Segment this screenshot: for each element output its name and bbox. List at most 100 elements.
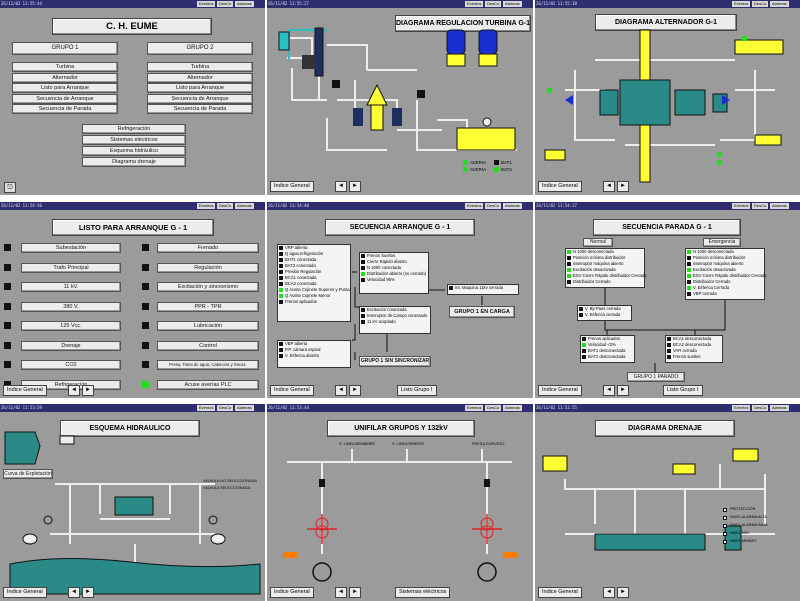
status-led	[4, 302, 11, 310]
status-led	[4, 244, 11, 251]
status-led	[463, 167, 468, 172]
status-led	[142, 380, 149, 388]
indice-general-button[interactable]: Indice General	[3, 385, 47, 396]
listo-condition-left[interactable]: CO2	[21, 360, 121, 370]
listo-condition-right[interactable]: Frenado	[157, 243, 259, 253]
general-menu-item[interactable]: Refrigeración	[82, 124, 186, 134]
grupo1-menu-item[interactable]: Alternador	[12, 72, 118, 83]
indice-general-button[interactable]: Indice General	[538, 385, 582, 396]
listo-grupo-button[interactable]: Listo Grupo I	[397, 385, 437, 396]
next-arrow-icon[interactable]: ►	[617, 385, 629, 396]
status-led	[4, 263, 11, 271]
line-label: S. LINEA BEMBIBRE	[339, 442, 376, 446]
eventos-button[interactable]: Eventos	[197, 203, 216, 209]
legend-label: AVERIA	[470, 167, 487, 172]
indice-general-button[interactable]: Indice General	[270, 385, 314, 396]
indice-general-button[interactable]: Indice General	[3, 587, 47, 598]
grupo2-menu-item[interactable]: Alternador	[147, 72, 253, 83]
exit-icon[interactable]: ⎋	[4, 182, 16, 193]
legend-label: NIVEL MINIMO	[730, 539, 757, 543]
drainage-diagram	[542, 448, 775, 551]
status-led	[279, 348, 283, 352]
desco-button[interactable]: DesCo	[217, 1, 234, 7]
legend-label: PROTECCIÓN	[730, 507, 756, 511]
status-led	[279, 258, 283, 262]
status-led	[717, 152, 722, 157]
prev-arrow-icon[interactable]: ◄	[335, 385, 347, 396]
listo-condition-right[interactable]: Acuse averías PLC	[157, 379, 259, 390]
prev-arrow-icon[interactable]: ◄	[335, 587, 347, 598]
grupo1-menu-item[interactable]: Listo para Arranque	[12, 83, 118, 93]
general-menu-item[interactable]: Sistemas eléctricos	[82, 135, 186, 145]
line-label: PRESA CORVEZO	[472, 442, 505, 446]
indice-general-button[interactable]: Indice General	[270, 181, 314, 192]
general-menu-item[interactable]: Esquema hidráulico	[82, 146, 186, 156]
status-led	[494, 167, 499, 172]
status-bar: 26/11/02 11:54:56 Eventos DesCo Alarmas	[0, 202, 265, 210]
listo-condition-left[interactable]: Trafo Principal	[21, 262, 121, 273]
listo-condition-left[interactable]: 125 Vcc.	[21, 321, 121, 331]
legend-label: AVERIA	[470, 160, 487, 165]
grupo2-menu-item[interactable]: Secuencia de Arranque	[147, 93, 253, 104]
page-title: LISTO PARA ARRANQUE G - 1	[52, 219, 214, 236]
listo-condition-left[interactable]: Drenaje	[21, 340, 121, 351]
sequence-connectors	[604, 288, 726, 372]
next-arrow-icon[interactable]: ►	[617, 587, 629, 598]
status-led	[279, 294, 283, 298]
listo-condition-right[interactable]: Regulación	[157, 262, 259, 273]
status-led	[142, 244, 149, 251]
indice-general-button[interactable]: Indice General	[538, 181, 582, 192]
legend-label: VALVULA NO SELECCIONADA	[203, 479, 257, 483]
listo-condition-right[interactable]: Presa, Toma de agua, Cabecera y Socaz.	[157, 360, 259, 370]
prev-arrow-icon[interactable]: ◄	[68, 385, 80, 396]
grupo2-menu-item[interactable]: Listo para Arranque	[147, 83, 253, 93]
status-led	[279, 282, 283, 286]
next-arrow-icon[interactable]: ►	[349, 181, 361, 192]
grupo-sin-sincronizar-label: GRUPO 1 SIN SINCRONIZAR	[359, 356, 431, 367]
next-arrow-icon[interactable]: ►	[82, 587, 94, 598]
prev-arrow-icon[interactable]: ◄	[603, 181, 615, 192]
grupo2-menu-item[interactable]: Turbina	[147, 62, 253, 72]
general-menu-item[interactable]: Diagrama drenaje	[82, 157, 186, 167]
sistemas-electricos-button[interactable]: Sistemas eléctricos	[395, 587, 451, 598]
screen-alternador: 26/11/02 11:55:10 Eventos DesCo Alarmas …	[535, 0, 800, 195]
listo-condition-right[interactable]: PPR - TPR	[157, 301, 259, 312]
legend-marker	[723, 540, 727, 544]
start-conditions-box: Frenos Sueltos Cierre Rápido abierto N 100…	[359, 252, 429, 294]
alarmas-button[interactable]: Alarmas	[235, 203, 254, 209]
status-led	[742, 36, 747, 41]
grupo-en-carga-label: GRUPO 1 EN CARGA	[449, 306, 515, 318]
listo-condition-left[interactable]: Subestación	[21, 243, 121, 253]
next-arrow-icon[interactable]: ►	[349, 385, 361, 396]
next-arrow-icon[interactable]: ►	[617, 181, 629, 192]
status-led	[717, 160, 722, 165]
status-led	[449, 286, 453, 290]
desco-button[interactable]: DesCo	[217, 203, 234, 209]
grupo1-menu-item[interactable]: Secuencia de Parada	[12, 104, 118, 114]
eventos-button[interactable]: Eventos	[197, 1, 216, 7]
next-arrow-icon[interactable]: ►	[349, 587, 361, 598]
status-led	[142, 263, 149, 271]
listo-condition-left[interactable]: 11 kV.	[21, 282, 121, 292]
grupo1-menu-item[interactable]: Turbina	[12, 62, 118, 72]
listo-condition-right[interactable]: Control	[157, 340, 259, 351]
curva-explotacion-button[interactable]: Curva de Explotación	[3, 469, 53, 479]
indice-general-button[interactable]: Indice General	[270, 587, 314, 598]
grupo2-menu-item[interactable]: Secuencia de Parada	[147, 104, 253, 114]
listo-condition-right[interactable]: Excitación y sincronismo	[157, 282, 259, 292]
alarmas-button[interactable]: Alarmas	[235, 1, 254, 7]
prev-arrow-icon[interactable]: ◄	[603, 385, 615, 396]
listo-condition-left[interactable]: 380 V.	[21, 301, 121, 312]
prev-arrow-icon[interactable]: ◄	[68, 587, 80, 598]
listo-grupo-button[interactable]: Listo Grupo I	[663, 385, 703, 396]
status-led	[4, 361, 11, 368]
prev-arrow-icon[interactable]: ◄	[603, 587, 615, 598]
status-led	[547, 88, 552, 93]
screen-secuencia-parada: 26/11/02 11:54:17 Eventos DesCo Alarmas …	[535, 202, 800, 398]
grupo1-menu-item[interactable]: Secuencia de Arranque	[12, 93, 118, 104]
indice-general-button[interactable]: Indice General	[538, 587, 582, 598]
listo-condition-right[interactable]: Lubricación	[157, 321, 259, 331]
start-conditions-box: VBP abierta P.P. cámara espiral V. Esferic…	[277, 340, 351, 368]
prev-arrow-icon[interactable]: ◄	[335, 181, 347, 192]
next-arrow-icon[interactable]: ►	[82, 385, 94, 396]
